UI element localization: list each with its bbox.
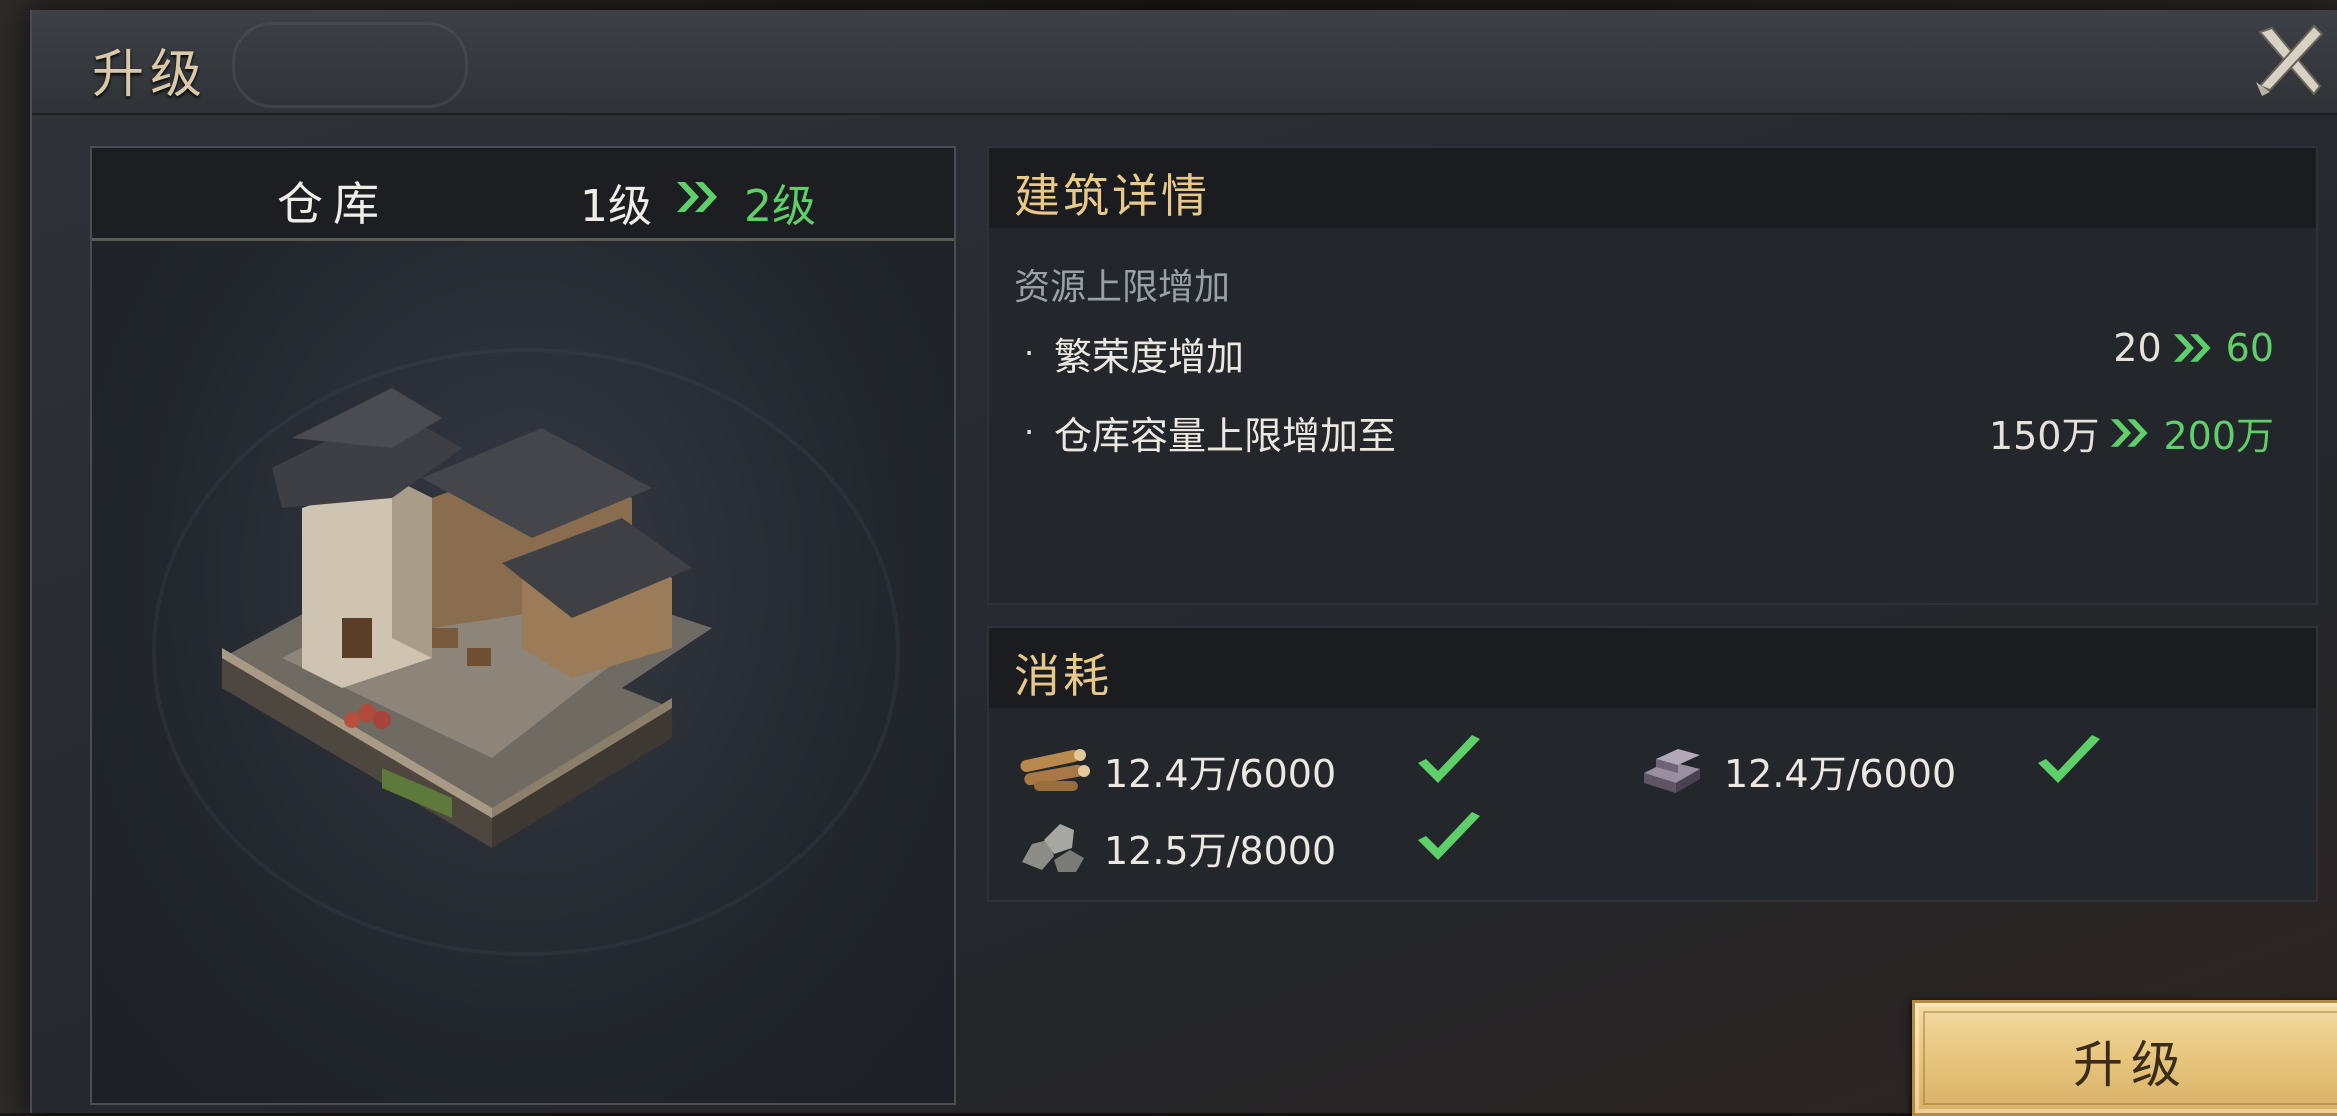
stat-values: 20 60 [2113, 326, 2274, 370]
building-name: 仓库 [277, 177, 389, 231]
bullet: · [1024, 334, 1035, 372]
building-details-panel: 建筑详情 资源上限增加 · 繁荣度增加 20 60 · 仓库容量上限增加至 15… [987, 146, 2318, 605]
cost-item-wood: 12.4万/6000 [1014, 733, 1574, 803]
dialog-title: 升级 [92, 45, 209, 105]
double-chevron-right-icon [677, 182, 717, 212]
close-x-icon [2256, 24, 2324, 96]
stat-row-prosperity: · 繁荣度增加 20 60 [1024, 326, 2304, 386]
cost-amount: 12.5万/8000 [1104, 829, 1337, 873]
stat-row-capacity: · 仓库容量上限增加至 150万 200万 [1024, 405, 2304, 465]
upgrade-button-label: 升级 [2073, 1036, 2189, 1094]
stone-icon [1022, 824, 1084, 872]
details-header-title: 建筑详情 [1014, 169, 1210, 223]
title-ornament [232, 22, 468, 108]
stat-to-value: 200万 [2163, 414, 2274, 458]
double-chevron-right-icon [2111, 418, 2148, 447]
upgrade-dialog: 升级 仓库 1级 2级 建筑详情 资源上限增加 · 繁荣度增加 20 60 · … [30, 10, 2337, 1116]
stat-label: 繁荣度增加 [1054, 335, 1245, 379]
bullet: · [1024, 413, 1035, 451]
upgrade-button[interactable]: 升级 [1912, 1000, 2337, 1116]
building-preview-panel: 仓库 1级 2级 [90, 146, 956, 1105]
stat-label: 仓库容量上限增加至 [1054, 414, 1397, 458]
cost-header: 消耗 [989, 628, 2316, 708]
cost-item-iron: 12.4万/6000 [1634, 733, 2194, 803]
cost-item-stone: 12.5万/8000 [1014, 810, 1574, 880]
stat-to-value: 60 [2225, 326, 2274, 370]
check-icon [1418, 812, 1480, 860]
current-level: 1级 [580, 181, 652, 232]
check-icon [2038, 735, 2100, 783]
dialog-title-bar: 升级 [32, 10, 2337, 115]
cost-amount: 12.4万/6000 [1104, 752, 1337, 796]
cost-header-title: 消耗 [1014, 649, 1112, 703]
close-button[interactable] [2250, 20, 2330, 100]
wood-logs-icon [1020, 749, 1090, 791]
iron-ingot-icon [1644, 749, 1700, 793]
warehouse-building-image [222, 388, 712, 848]
building-level-header: 仓库 1级 2级 [92, 148, 954, 241]
stat-from-value: 20 [2113, 326, 2162, 370]
check-icon [1418, 735, 1480, 783]
double-chevron-right-icon [2173, 334, 2211, 362]
details-subtitle: 资源上限增加 [1014, 267, 1231, 308]
cost-panel: 消耗 12.4万/6000 12.4万/6000 12.5万/8000 [987, 626, 2318, 902]
cost-amount: 12.4万/6000 [1724, 752, 1957, 796]
next-level: 2级 [744, 181, 816, 232]
stat-values: 150万 200万 [1989, 405, 2274, 460]
stat-from-value: 150万 [1988, 414, 2100, 458]
details-header: 建筑详情 [989, 148, 2316, 228]
